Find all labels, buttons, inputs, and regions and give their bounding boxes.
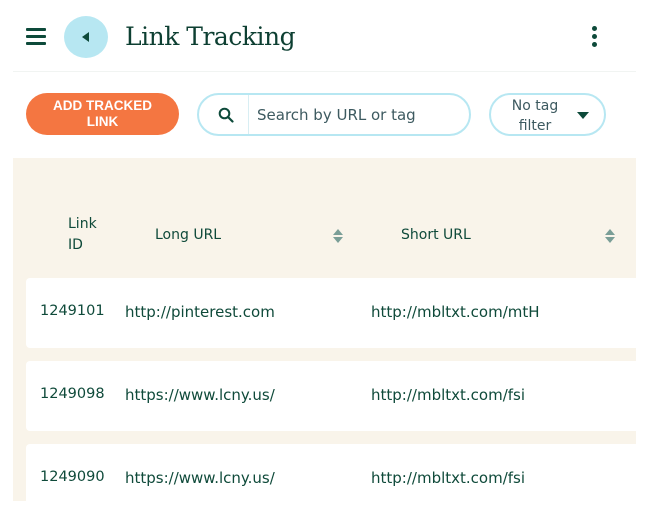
short-url-cell: http://mbltxt.com/fsi [371, 386, 526, 404]
column-header-label: Link ID [68, 216, 97, 253]
table-row[interactable]: 1249101 http://pinterest.com http://mblt… [26, 278, 636, 348]
column-header-long-url[interactable]: Long URL [155, 225, 221, 246]
search-box [197, 93, 471, 136]
tag-filter-dropdown[interactable]: No tag filter [489, 93, 606, 136]
table-row[interactable]: 1249090 https://www.lcny.us/ http://mblt… [26, 444, 636, 501]
page-title: Link Tracking [125, 22, 296, 51]
caret-down-icon [577, 112, 589, 119]
short-url-cell: http://mbltxt.com/mtH [371, 303, 540, 321]
sort-icon[interactable] [333, 229, 343, 243]
add-tracked-link-button[interactable]: ADD TRACKED LINK [26, 93, 179, 135]
search-icon [218, 107, 234, 123]
search-input[interactable] [257, 103, 462, 126]
link-id-cell: 1249090 [40, 469, 105, 485]
back-button[interactable] [64, 16, 108, 58]
tag-filter-label: No tag filter [511, 98, 559, 134]
short-url-cell: http://mbltxt.com/fsi [371, 469, 526, 487]
link-id-cell: 1249101 [40, 303, 105, 319]
column-header-link-id: Link ID [68, 214, 108, 256]
sort-icon[interactable] [605, 229, 615, 243]
links-table: Link ID Long URL Short URL 1249101 http:… [13, 158, 636, 501]
more-vertical-icon[interactable] [589, 26, 601, 48]
back-arrow-icon [82, 32, 89, 42]
table-row[interactable]: 1249098 https://www.lcny.us/ http://mblt… [26, 361, 636, 431]
search-separator [248, 95, 249, 134]
divider [13, 71, 636, 72]
long-url-cell: http://pinterest.com [125, 303, 275, 321]
long-url-cell: https://www.lcny.us/ [125, 469, 275, 487]
column-header-short-url[interactable]: Short URL [401, 225, 471, 246]
link-id-cell: 1249098 [40, 386, 105, 402]
hamburger-menu-icon[interactable] [26, 28, 46, 45]
top-app-bar: Link Tracking [0, 0, 649, 72]
long-url-cell: https://www.lcny.us/ [125, 386, 275, 404]
